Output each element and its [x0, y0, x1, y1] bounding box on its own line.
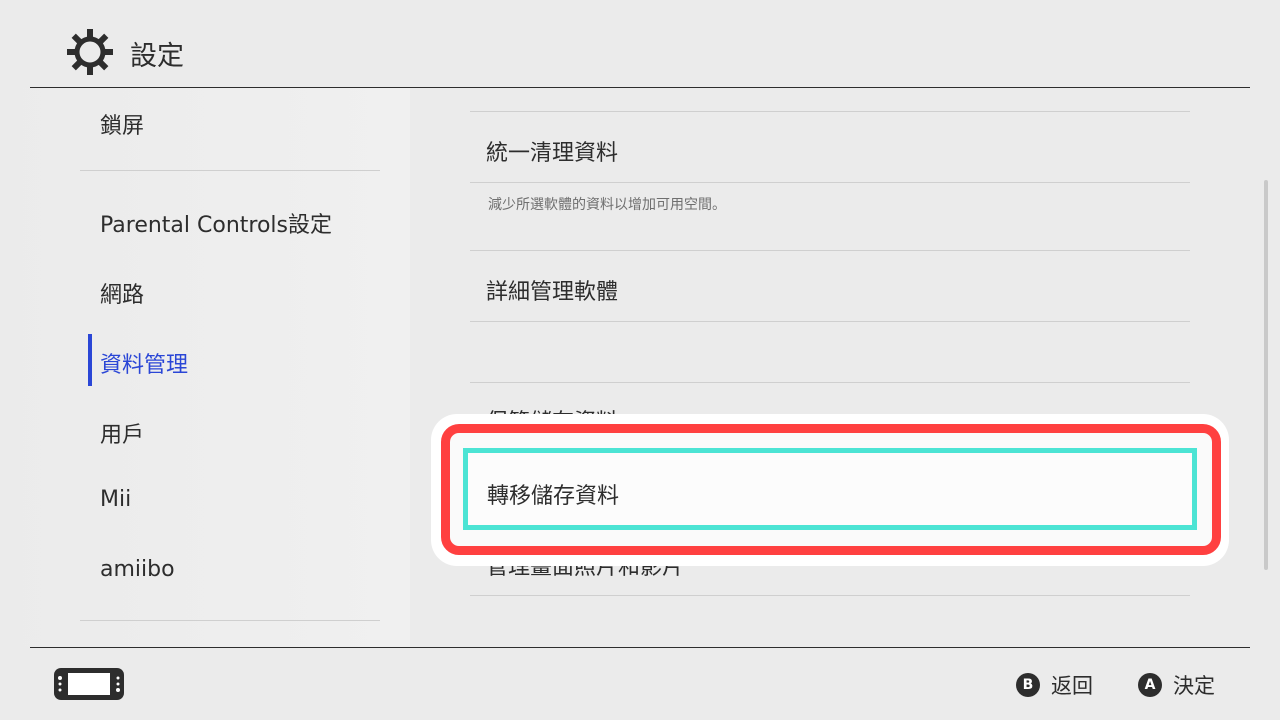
gear-icon — [67, 29, 113, 75]
list-item-transfer-save-data[interactable]: 轉移儲存資料 — [487, 478, 619, 510]
a-button-icon: A — [1138, 673, 1162, 697]
b-button-icon: B — [1016, 673, 1040, 697]
sidebar-divider — [80, 620, 380, 621]
sidebar-item-internet[interactable]: 網路 — [100, 277, 144, 309]
list-divider — [470, 382, 1190, 383]
list-divider — [470, 321, 1190, 322]
sidebar: 鎖屏 Parental Controls設定 網路 資料管理 用戶 Mii am… — [0, 88, 410, 647]
sidebar-item-amiibo[interactable]: amiibo — [100, 557, 175, 582]
sidebar-item-users[interactable]: 用戶 — [100, 417, 144, 449]
list-item-manage-software[interactable]: 詳細管理軟體 — [486, 274, 618, 306]
console-icon — [54, 668, 124, 700]
confirm-hint[interactable]: A 決定 — [1138, 670, 1215, 700]
list-divider — [470, 182, 1190, 183]
scrollbar[interactable] — [1264, 180, 1268, 570]
back-hint[interactable]: B 返回 — [1016, 670, 1093, 700]
page-title: 設定 — [130, 41, 184, 72]
list-divider — [470, 250, 1190, 251]
footer: B 返回 A 決定 — [0, 648, 1280, 720]
sidebar-item-mii[interactable]: Mii — [100, 487, 131, 512]
sidebar-item-data-management[interactable]: 資料管理 — [100, 347, 188, 379]
back-label: 返回 — [1051, 674, 1093, 698]
header: 設定 — [0, 0, 1280, 88]
sidebar-divider — [80, 170, 380, 171]
list-divider — [470, 111, 1190, 112]
sidebar-item-lock-screen[interactable]: 鎖屏 — [100, 108, 144, 140]
item-description: 減少所選軟體的資料以增加可用空間。 — [488, 197, 726, 213]
list-item-bulk-cleanup[interactable]: 統一清理資料 — [486, 135, 618, 167]
sidebar-item-parental-controls[interactable]: Parental Controls設定 — [100, 207, 332, 239]
confirm-label: 決定 — [1173, 674, 1215, 698]
list-divider — [470, 595, 1190, 596]
selected-marker — [88, 334, 92, 386]
